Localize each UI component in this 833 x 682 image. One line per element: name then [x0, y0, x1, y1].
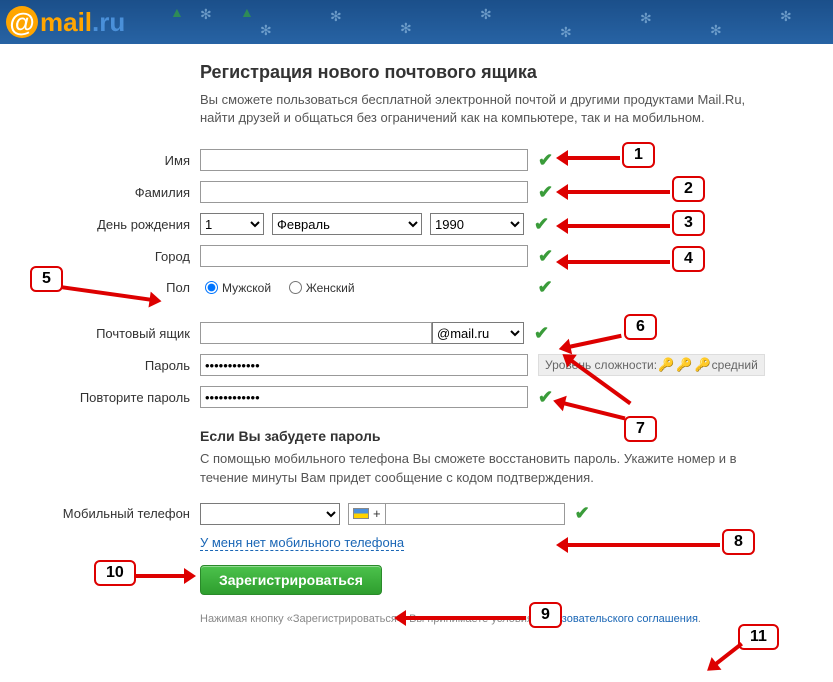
forgot-heading: Если Вы забудете пароль [200, 428, 770, 444]
birthday-day-select[interactable]: 1 [200, 213, 264, 235]
phone-country-select[interactable] [200, 503, 340, 525]
check-icon: ✔ [538, 150, 553, 171]
label-firstname: Имя [0, 153, 200, 168]
gender-female-radio[interactable] [289, 281, 302, 294]
page-title: Регистрация нового почтового ящика [200, 62, 770, 83]
check-icon: ✔ [575, 503, 590, 524]
forgot-text: С помощью мобильного телефона Вы сможете… [200, 450, 770, 486]
check-icon: ✔ [538, 277, 553, 298]
label-password: Пароль [0, 358, 200, 373]
check-icon: ✔ [538, 387, 553, 408]
birthday-year-select[interactable]: 1990 [430, 213, 524, 235]
password-confirm-input[interactable] [200, 386, 528, 408]
check-icon: ✔ [534, 323, 549, 344]
intro-text: Вы сможете пользоваться бесплатной элект… [200, 91, 770, 127]
password-input[interactable] [200, 354, 528, 376]
key-icon: 🔑 [694, 357, 710, 373]
check-icon: ✔ [538, 246, 553, 267]
gender-male-label[interactable]: Мужской [205, 281, 271, 295]
submit-button[interactable]: Зарегистрироваться [200, 565, 382, 595]
label-mailbox: Почтовый ящик [0, 326, 200, 341]
logo-text-2: .ru [92, 7, 125, 38]
label-birthday: День рождения [0, 217, 200, 232]
lastname-input[interactable] [200, 181, 528, 203]
city-input[interactable] [200, 245, 528, 267]
birthday-month-select[interactable]: Февраль [272, 213, 422, 235]
label-lastname: Фамилия [0, 185, 200, 200]
label-city: Город [0, 249, 200, 264]
password-strength-badge: Уровень сложности: 🔑🔑🔑 средний [538, 354, 765, 376]
flag-ua-icon [353, 508, 369, 519]
terms-link[interactable]: Пользовательского соглашения [536, 613, 698, 625]
key-icon: 🔑 [676, 357, 692, 373]
label-phone: Мобильный телефон [0, 506, 200, 521]
no-phone-link[interactable]: У меня нет мобильного телефона [200, 535, 404, 551]
header: ✻ ✻ ✻ ✻ ✻ ✻ ✻ ✻ ✻ ▲ ▲ @ mail .ru [0, 0, 833, 44]
legal-text: Нажимая кнопку «Зарегистрироваться», Вы … [200, 613, 770, 625]
label-gender: Пол [0, 280, 200, 295]
check-icon: ✔ [534, 214, 549, 235]
mailbox-domain-select[interactable]: @mail.ru [432, 322, 524, 344]
gender-male-radio[interactable] [205, 281, 218, 294]
firstname-input[interactable] [200, 149, 528, 171]
check-icon: ✔ [538, 182, 553, 203]
gender-female-label[interactable]: Женский [289, 281, 355, 295]
key-icon: 🔑 [658, 357, 674, 373]
logo[interactable]: @ mail .ru [0, 0, 833, 44]
gender-radio-group: Мужской Женский [200, 277, 374, 298]
logo-text-1: mail [40, 7, 92, 38]
logo-at-icon: @ [6, 6, 38, 38]
label-password2: Повторите пароль [0, 390, 200, 405]
mailbox-input[interactable] [200, 322, 432, 344]
registration-form: Регистрация нового почтового ящика Вы см… [0, 44, 770, 625]
phone-input[interactable] [385, 503, 565, 525]
